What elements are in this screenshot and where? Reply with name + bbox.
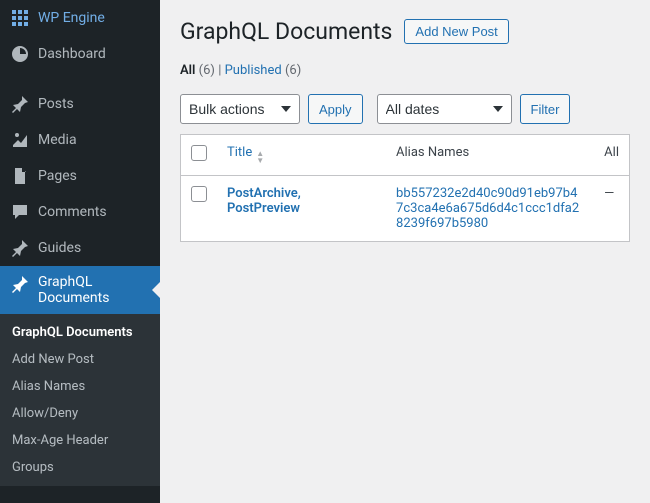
documents-table: Title▲▼ Alias Names All PostArchive, Pos… bbox=[180, 134, 630, 242]
sidebar-item-label: Posts bbox=[38, 96, 74, 112]
sidebar-item-label: Guides bbox=[38, 240, 81, 256]
sort-icon: ▲▼ bbox=[256, 150, 264, 164]
view-filter: All (6) | Published (6) bbox=[180, 63, 630, 78]
submenu-item-alias-names[interactable]: Alias Names bbox=[0, 373, 160, 400]
filter-button[interactable]: Filter bbox=[520, 94, 571, 124]
row-checkbox[interactable] bbox=[191, 186, 207, 202]
pin-icon bbox=[10, 238, 30, 258]
page-title: GraphQL Documents bbox=[180, 18, 392, 45]
sidebar-item-pages[interactable]: Pages bbox=[0, 158, 160, 194]
column-title[interactable]: Title▲▼ bbox=[217, 135, 386, 176]
dates-select[interactable]: All dates bbox=[377, 94, 512, 124]
sidebar-item-dashboard[interactable]: Dashboard bbox=[0, 36, 160, 72]
comments-icon bbox=[10, 202, 30, 222]
pin-icon bbox=[10, 274, 30, 294]
row-title-link[interactable]: PostArchive, PostPreview bbox=[227, 186, 301, 216]
submenu-item-graphql-documents[interactable]: GraphQL Documents bbox=[0, 319, 160, 346]
media-icon bbox=[10, 130, 30, 150]
view-published-link[interactable]: Published bbox=[225, 63, 282, 78]
sidebar-item-label: WP Engine bbox=[38, 10, 105, 26]
view-all-count: (6) bbox=[199, 63, 215, 78]
wp-engine-icon bbox=[10, 8, 30, 28]
view-published-count: (6) bbox=[285, 63, 301, 78]
sidebar-item-guides[interactable]: Guides bbox=[0, 230, 160, 266]
admin-sidebar: WP Engine Dashboard Posts Media Pages Co… bbox=[0, 0, 160, 503]
sidebar-item-brand[interactable]: WP Engine bbox=[0, 0, 160, 36]
dashboard-icon bbox=[10, 44, 30, 64]
submenu-item-groups[interactable]: Groups bbox=[0, 454, 160, 481]
sidebar-submenu: GraphQL Documents Add New Post Alias Nam… bbox=[0, 314, 160, 486]
apply-button[interactable]: Apply bbox=[308, 94, 363, 124]
sidebar-item-comments[interactable]: Comments bbox=[0, 194, 160, 230]
pin-icon bbox=[10, 94, 30, 114]
table-filters: Bulk actions Apply All dates Filter bbox=[180, 94, 630, 124]
add-new-post-button[interactable]: Add New Post bbox=[404, 19, 508, 44]
main-content: GraphQL Documents Add New Post All (6) |… bbox=[160, 0, 650, 503]
column-allow: All bbox=[594, 135, 629, 176]
submenu-item-max-age-header[interactable]: Max-Age Header bbox=[0, 427, 160, 454]
submenu-item-allow-deny[interactable]: Allow/Deny bbox=[0, 400, 160, 427]
submenu-item-add-new-post[interactable]: Add New Post bbox=[0, 346, 160, 373]
sidebar-item-graphql-documents[interactable]: GraphQL Documents bbox=[0, 266, 160, 314]
sidebar-item-label: Dashboard bbox=[38, 46, 106, 62]
row-alias-link[interactable]: bb557232e2d40c90d91eb97b47c3ca4e6a675d6d… bbox=[396, 186, 584, 231]
column-checkbox bbox=[181, 135, 218, 176]
sidebar-item-posts[interactable]: Posts bbox=[0, 86, 160, 122]
sidebar-item-label: GraphQL Documents bbox=[38, 274, 150, 306]
page-header: GraphQL Documents Add New Post bbox=[180, 18, 630, 45]
sidebar-item-label: Media bbox=[38, 132, 77, 148]
row-allow-value: — bbox=[594, 176, 629, 242]
pages-icon bbox=[10, 166, 30, 186]
sidebar-item-media[interactable]: Media bbox=[0, 122, 160, 158]
table-row: PostArchive, PostPreview bb557232e2d40c9… bbox=[181, 176, 630, 242]
sidebar-item-label: Comments bbox=[38, 204, 107, 220]
select-all-checkbox[interactable] bbox=[191, 145, 207, 161]
column-alias-names: Alias Names bbox=[386, 135, 594, 176]
view-all-label[interactable]: All bbox=[180, 63, 195, 78]
sidebar-item-label: Pages bbox=[38, 168, 77, 184]
bulk-actions-select[interactable]: Bulk actions bbox=[180, 94, 300, 124]
